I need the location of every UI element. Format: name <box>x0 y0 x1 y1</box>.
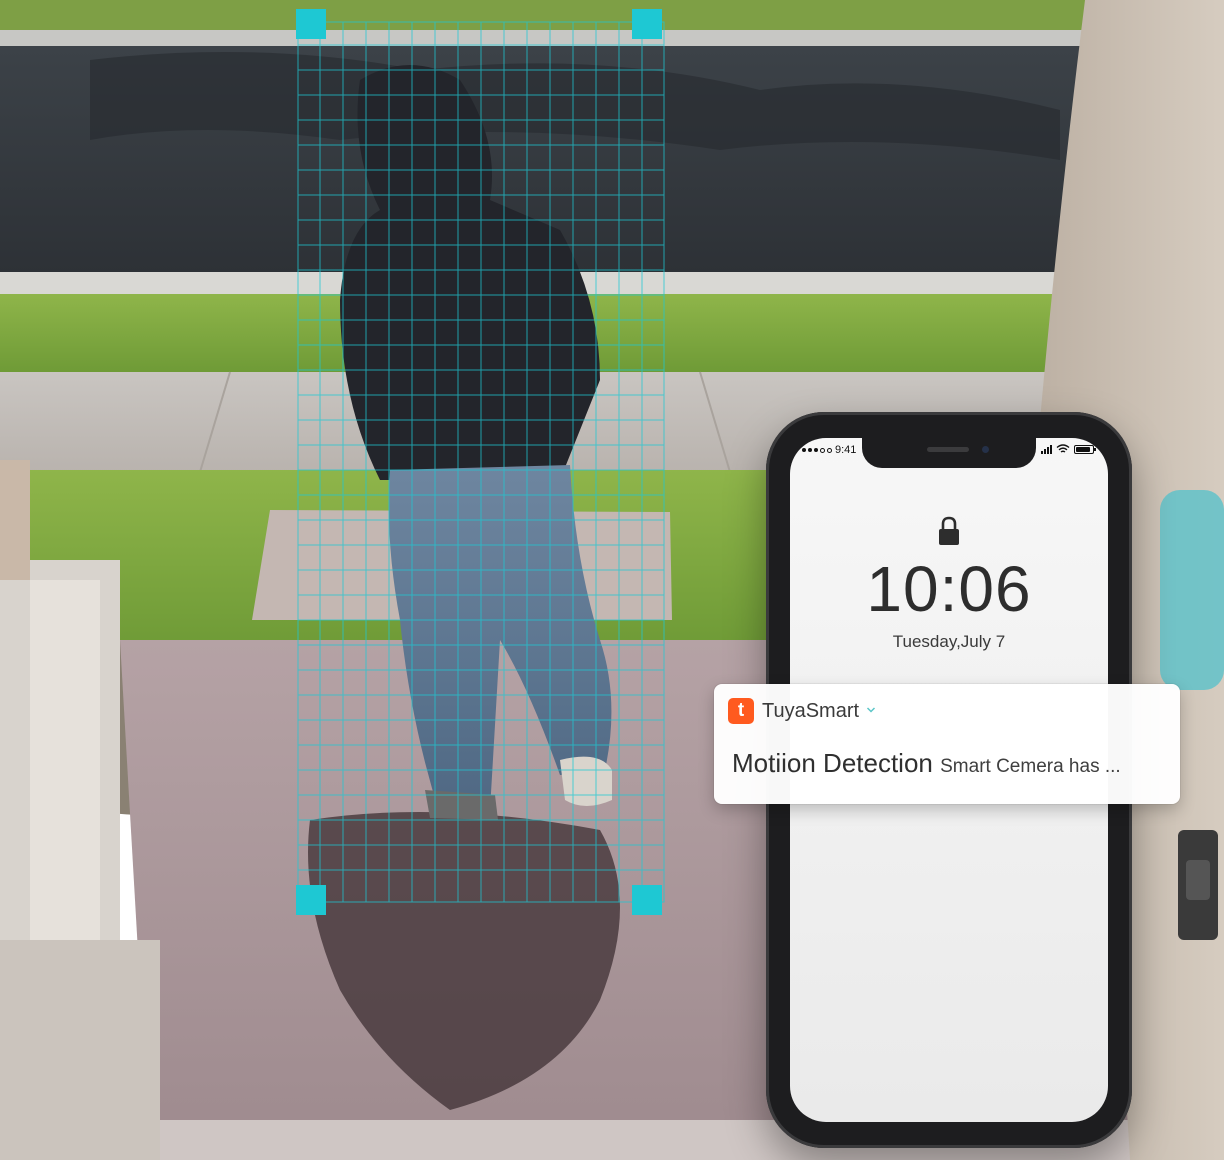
signal-dots-icon <box>802 447 832 453</box>
lock-screen-clock: 10:06 <box>866 553 1032 625</box>
detection-corner-handle <box>632 9 662 39</box>
cellular-signal-icon <box>1041 444 1052 454</box>
detection-corner-handle <box>632 885 662 915</box>
status-time: 9:41 <box>835 444 857 456</box>
front-camera <box>982 446 989 453</box>
motion-notification[interactable]: t TuyaSmart Motiion Detection Smart Ceme… <box>714 684 1180 804</box>
lock-icon <box>939 516 959 545</box>
detection-corner-handle <box>296 885 326 915</box>
phone-notch <box>862 438 1036 468</box>
status-bar-right <box>1041 444 1096 454</box>
battery-icon <box>1074 444 1096 454</box>
lock-screen-date: Tuesday,July 7 <box>892 632 1006 651</box>
tuyasmart-app-icon: t <box>728 698 754 724</box>
wifi-icon <box>1056 444 1070 453</box>
notification-title: Motiion Detection <box>732 748 933 778</box>
speaker-grille <box>927 447 969 452</box>
status-bar-left: 9:41 <box>802 444 856 456</box>
notification-app-name: TuyaSmart <box>762 700 860 722</box>
detection-corner-handle <box>296 9 326 39</box>
notification-text: Motiion Detection Smart Cemera has ... <box>732 748 1121 779</box>
chevron-down-icon[interactable] <box>866 705 876 715</box>
notification-body: Smart Cemera has ... <box>940 756 1121 777</box>
camera-alert-scene: 9:41 10:06 Tuesday,July 7 t TuyaSmart Mo… <box>0 0 1224 1160</box>
